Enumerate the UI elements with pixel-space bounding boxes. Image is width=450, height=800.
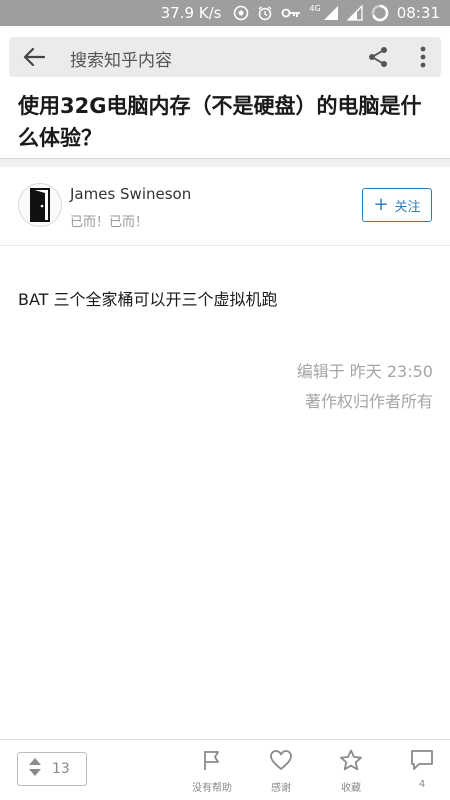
network-speed: 37.9 K/s <box>160 4 222 22</box>
copyright-notice: 著作权归作者所有 <box>304 392 433 411</box>
data-saver-icon <box>233 5 249 21</box>
avatar[interactable] <box>18 183 62 227</box>
collect-label: 收藏 <box>341 783 361 794</box>
author-bio: 已而！已而！ <box>70 215 149 230</box>
network-type-label: 4G <box>309 4 321 13</box>
author-name[interactable]: James Swineson <box>70 185 191 203</box>
edit-timestamp: 编辑于 昨天 23:50 <box>296 362 433 381</box>
signal-icon <box>323 5 339 21</box>
clock: 08:31 <box>396 4 440 22</box>
no-help-label: 没有帮助 <box>192 783 232 794</box>
comment-button[interactable]: 4 <box>392 749 450 795</box>
question-title[interactable]: 使用32G电脑内存（不是硬盘）的电脑是什么体验？ <box>18 90 438 154</box>
alarm-icon <box>257 5 273 21</box>
plus-icon: + <box>373 194 389 215</box>
vote-arrows-icon <box>28 757 42 781</box>
vote-button[interactable]: 13 <box>17 752 87 786</box>
thanks-label: 感谢 <box>271 783 291 794</box>
heart-icon <box>269 749 293 775</box>
bottom-action-bar: 13 没有帮助 感谢 收藏 4 <box>0 739 450 800</box>
divider <box>0 245 450 246</box>
comment-count: 4 <box>418 779 426 790</box>
share-icon[interactable] <box>365 44 391 70</box>
comment-icon <box>410 749 434 775</box>
search-bar[interactable]: 搜索知乎内容 <box>9 37 441 77</box>
section-divider <box>0 158 450 167</box>
thanks-button[interactable]: 感谢 <box>251 749 311 795</box>
answer-content: BAT 三个全家桶可以开三个虚拟机跑 <box>18 290 278 309</box>
more-vert-icon[interactable] <box>414 44 432 70</box>
network-type: 4G <box>309 4 320 13</box>
flag-icon <box>201 749 223 775</box>
follow-button[interactable]: + 关注 <box>362 188 432 222</box>
battery-ring-icon <box>371 4 389 22</box>
star-icon <box>339 749 363 775</box>
no-help-button[interactable]: 没有帮助 <box>182 749 242 795</box>
collect-button[interactable]: 收藏 <box>321 749 381 795</box>
follow-label: 关注 <box>394 199 421 215</box>
back-arrow-icon[interactable] <box>21 45 47 69</box>
vote-count: 13 <box>52 761 70 777</box>
status-bar: 37.9 K/s 4G 08:31 <box>0 0 450 26</box>
vpn-key-icon <box>281 7 301 19</box>
signal-secondary-icon <box>346 5 363 21</box>
search-input[interactable]: 搜索知乎内容 <box>70 46 172 71</box>
